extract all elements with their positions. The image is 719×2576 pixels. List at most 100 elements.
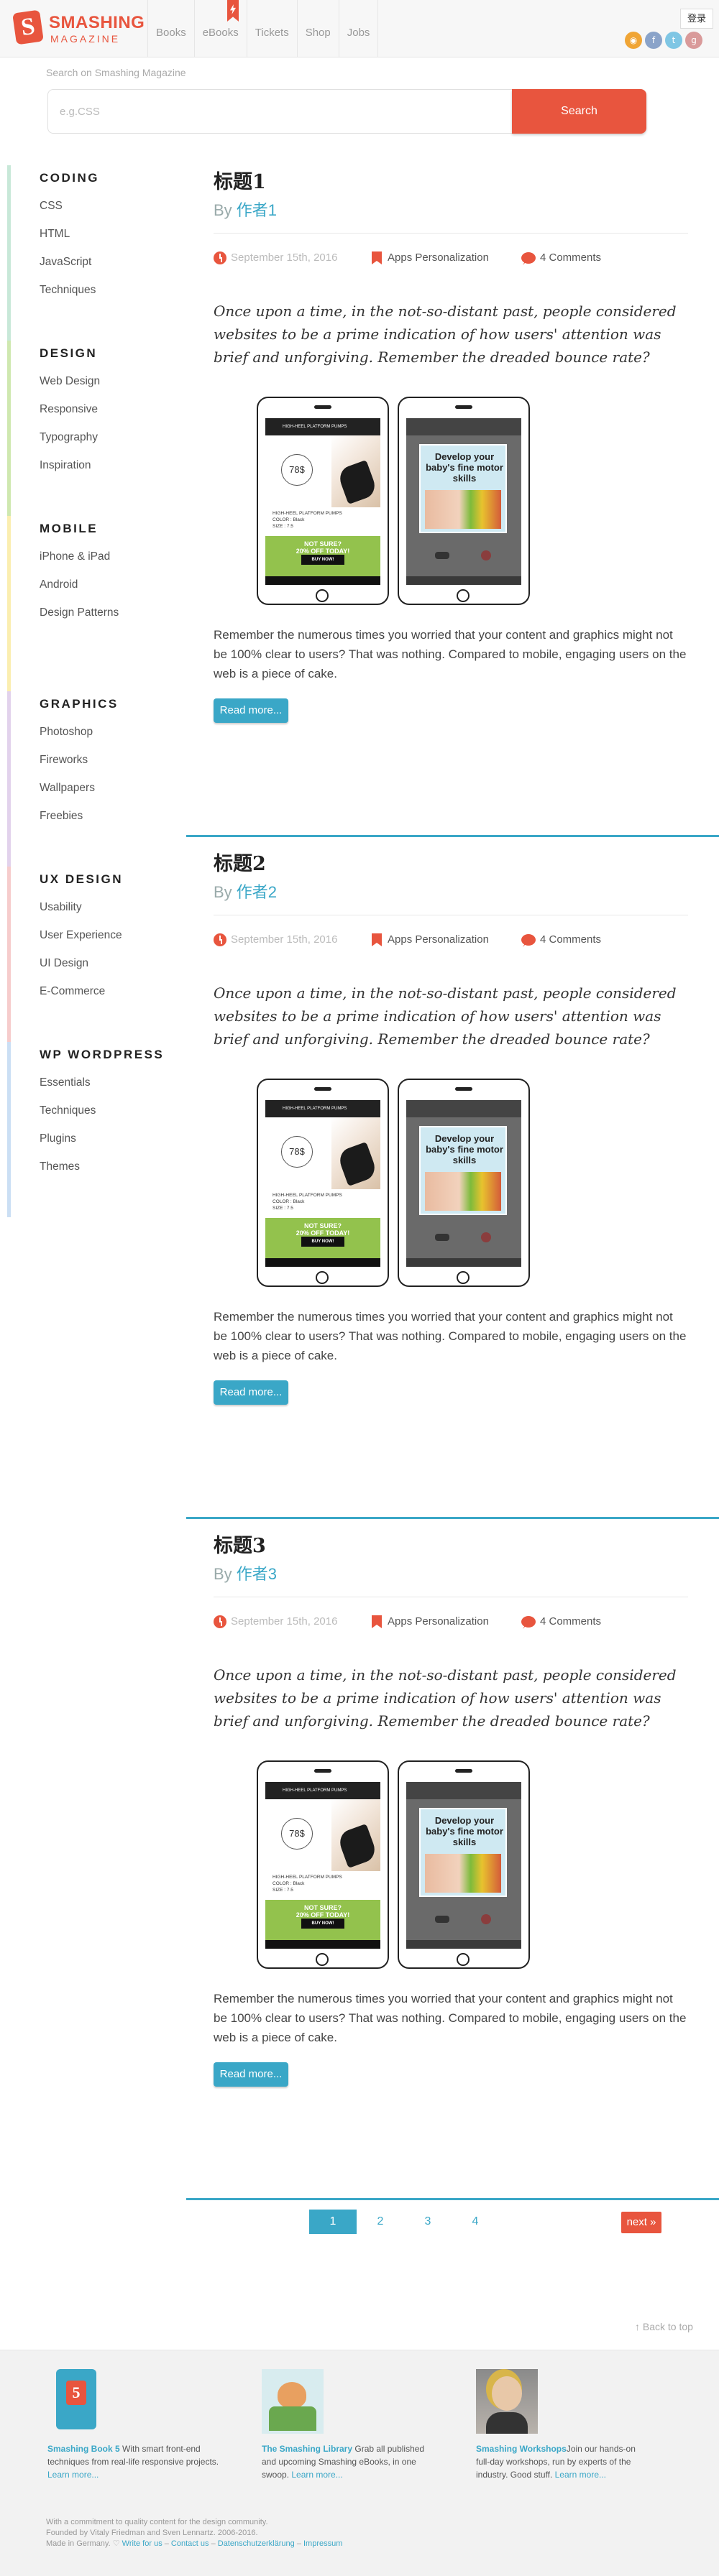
sidebar-heading[interactable]: DESIGN (40, 341, 187, 367)
login-button[interactable]: 登录 (680, 9, 713, 29)
promo-text: Smashing WorkshopsJoin our hands-on full… (476, 2442, 649, 2481)
promo-title[interactable]: Smashing Workshops (476, 2444, 567, 2454)
sidebar-link[interactable]: iPhone & iPad (40, 543, 187, 571)
sidebar-link[interactable]: Fireworks (40, 746, 187, 774)
buy-now-button: BUY NOW! (301, 1237, 344, 1247)
sidebar-link[interactable]: Themes (40, 1153, 187, 1181)
post-byline: By 作者1 (214, 198, 688, 223)
sidebar-link[interactable]: Typography (40, 423, 187, 451)
page-4-button[interactable]: 4 (452, 2210, 499, 2234)
promo-text: The Smashing Library Grab all published … (262, 2442, 434, 2481)
sidebar-link[interactable]: Techniques (40, 1097, 187, 1125)
write-for-us-link[interactable]: Write for us (122, 2539, 162, 2548)
privacy-link[interactable]: Datenschutzerklärung (218, 2539, 295, 2548)
post-tag[interactable]: Apps Personalization (372, 249, 489, 267)
sidebar-link[interactable]: Design Patterns (40, 599, 187, 627)
speaker-photo[interactable] (476, 2369, 538, 2434)
sidebar-link[interactable]: Responsive (40, 395, 187, 423)
post-comments-text[interactable]: 4 Comments (540, 251, 601, 264)
post-tag-text[interactable]: Apps Personalization (388, 1615, 489, 1628)
post-comments[interactable]: 4 Comments (521, 249, 601, 267)
book-cover-image[interactable] (56, 2369, 96, 2429)
post-meta: September 15th, 2016 Apps Personalization… (214, 1613, 688, 1630)
next-page-button[interactable]: next » (621, 2212, 661, 2233)
sidebar-link[interactable]: Freebies (40, 802, 187, 830)
post-title[interactable]: 标题3 (214, 1531, 688, 1562)
sidebar-link[interactable]: UI Design (40, 949, 187, 977)
sidebar-link[interactable]: User Experience (40, 921, 187, 949)
sidebar-heading[interactable]: CODING (40, 165, 187, 192)
post-excerpt: Remember the numerous times you worried … (214, 628, 687, 680)
post-title[interactable]: 标题1 (214, 167, 688, 198)
google-plus-icon[interactable]: g (685, 32, 702, 49)
sidebar-link[interactable]: E-Commerce (40, 977, 187, 1005)
promo-title[interactable]: The Smashing Library (262, 2444, 352, 2454)
post-tag[interactable]: Apps Personalization (372, 931, 489, 948)
library-illustration[interactable] (262, 2369, 324, 2434)
ad-text: Develop your baby's fine motor skills (426, 1815, 503, 1847)
phone-home-button (457, 589, 470, 602)
sidebar-link[interactable]: Web Design (40, 367, 187, 395)
post-tag-text[interactable]: Apps Personalization (388, 933, 489, 946)
by-label: By (214, 1565, 237, 1583)
search-button[interactable]: Search (512, 89, 646, 134)
learn-more-link[interactable]: Learn more... (555, 2470, 606, 2480)
promo-line-1: NOT SURE? (303, 1904, 342, 1911)
read-more-button[interactable]: Read more... (214, 1380, 288, 1405)
page-3-button[interactable]: 3 (404, 2210, 452, 2234)
post-tag[interactable]: Apps Personalization (372, 1613, 489, 1630)
sidebar-link[interactable]: Techniques (40, 276, 187, 304)
post-comments-text[interactable]: 4 Comments (540, 933, 601, 946)
page-2-button[interactable]: 2 (357, 2210, 404, 2234)
nav-shop[interactable]: Shop (296, 0, 339, 57)
post-comments-text[interactable]: 4 Comments (540, 1615, 601, 1628)
phone-nav-bar (265, 1940, 380, 1949)
sidebar-heading[interactable]: MOBILE (40, 516, 187, 543)
sidebar-link[interactable]: Android (40, 571, 187, 599)
post-comments[interactable]: 4 Comments (521, 1613, 601, 1630)
post-intro: Once upon a time, in the not-so-distant … (214, 303, 677, 366)
sidebar-link[interactable]: Essentials (40, 1068, 187, 1097)
back-to-top-link[interactable]: ↑ Back to top (635, 2321, 693, 2332)
sidebar-link[interactable]: Plugins (40, 1125, 187, 1153)
nav-tickets[interactable]: Tickets (246, 0, 297, 57)
by-label: By (214, 883, 237, 901)
smashing-logo[interactable]: S SMASHING MAGAZINE (12, 9, 145, 49)
sidebar-link[interactable]: Wallpapers (40, 774, 187, 802)
author-link[interactable]: 作者1 (237, 201, 277, 219)
search-input[interactable] (47, 89, 513, 134)
nav-jobs[interactable]: Jobs (338, 0, 379, 57)
sidebar-heading[interactable]: GRAPHICS (40, 691, 187, 718)
sidebar-heading[interactable]: UX DESIGN (40, 867, 187, 893)
rss-icon[interactable]: ◉ (625, 32, 642, 49)
sidebar-heading[interactable]: WP WORDPRESS (40, 1042, 187, 1068)
author-link[interactable]: 作者2 (237, 883, 277, 901)
learn-more-link[interactable]: Learn more... (291, 2470, 342, 2480)
read-more-button[interactable]: Read more... (214, 2062, 288, 2087)
nav-books[interactable]: Books (147, 0, 194, 57)
facebook-icon[interactable]: f (645, 32, 662, 49)
sidebar-link[interactable]: Usability (40, 893, 187, 921)
sidebar-link[interactable]: Inspiration (40, 451, 187, 479)
author-link[interactable]: 作者3 (237, 1565, 277, 1583)
sidebar-link[interactable]: Photoshop (40, 718, 187, 746)
learn-more-link[interactable]: Learn more... (47, 2470, 99, 2480)
twitter-icon[interactable]: t (665, 32, 682, 49)
sidebar-link[interactable]: JavaScript (40, 248, 187, 276)
read-more-button[interactable]: Read more... (214, 698, 288, 723)
imprint-link[interactable]: Impressum (303, 2539, 342, 2548)
phone-home-button (457, 1271, 470, 1284)
comment-bubble-icon (521, 1616, 536, 1628)
post-title[interactable]: 标题2 (214, 849, 688, 880)
post-tag-text[interactable]: Apps Personalization (388, 251, 489, 264)
sidebar-link[interactable]: HTML (40, 220, 187, 248)
footer-made-in: Made in Germany. ♡ (46, 2539, 120, 2548)
phone-mockup-product: HIGH-HEEL PLATFORM PUMPS 78$ HIGH-HEEL PLA… (257, 1079, 389, 1287)
sidebar-link[interactable]: CSS (40, 192, 187, 220)
contact-us-link[interactable]: Contact us (171, 2539, 209, 2548)
post-comments[interactable]: 4 Comments (521, 931, 601, 948)
page-1-button[interactable]: 1 (309, 2210, 357, 2234)
dimmed-dot-icon (481, 550, 491, 560)
category-color-bar (7, 1042, 11, 1217)
promo-title[interactable]: Smashing Book 5 (47, 2444, 120, 2454)
